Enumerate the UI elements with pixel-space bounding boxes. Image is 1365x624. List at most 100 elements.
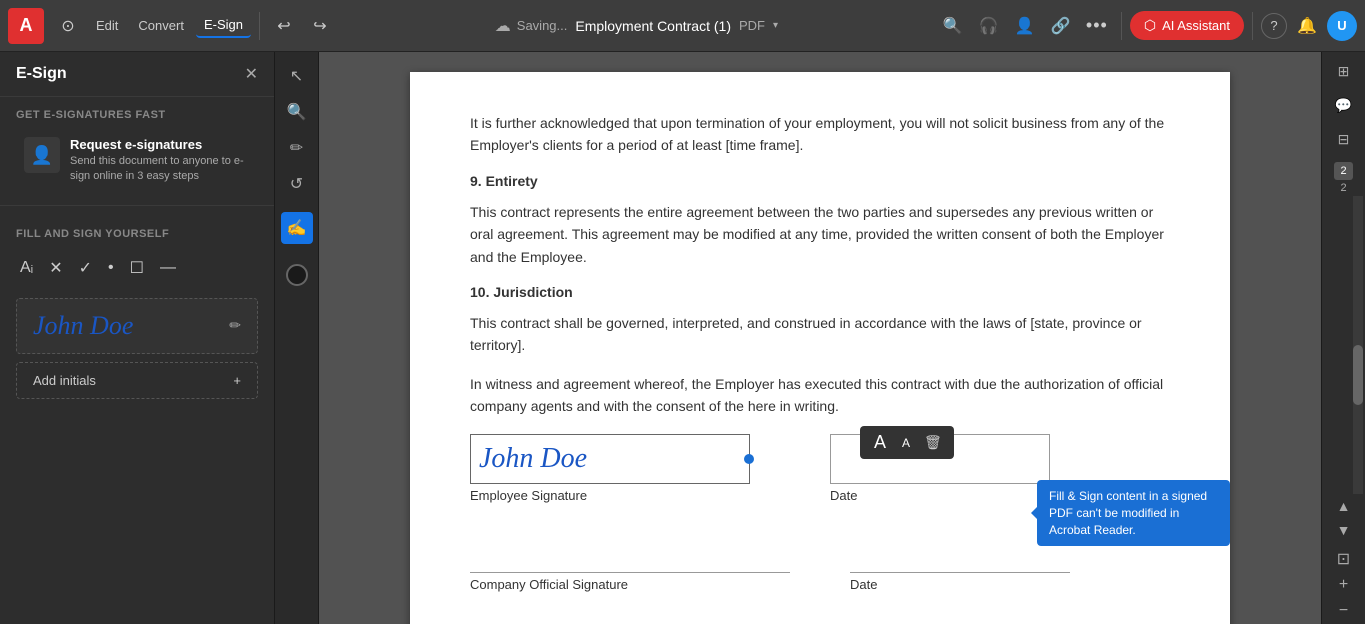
document-page: It is further acknowledged that upon ter… xyxy=(410,72,1230,624)
company-signature-field: Company Official Signature xyxy=(470,533,790,592)
fill-tool-button[interactable]: ✍ xyxy=(281,212,313,244)
employee-signature-box[interactable]: John Doe xyxy=(470,434,750,484)
tooltip-text: Fill & Sign content in a signed PDF can'… xyxy=(1049,489,1207,537)
right-panel: ⊞ 💬 ⊟ 2 2 ▲ ▼ ⊡ + − xyxy=(1321,52,1365,624)
help-button[interactable]: ? xyxy=(1261,13,1287,39)
scroll-bar-area xyxy=(1322,196,1365,494)
zoom-out-button[interactable]: − xyxy=(1329,598,1359,624)
request-esign-title: Request e-signatures xyxy=(70,137,250,152)
zoom-tool-button[interactable]: 🔍 xyxy=(281,96,313,128)
decrease-font-button[interactable]: A xyxy=(896,434,916,452)
toolbar-center: ☁ Saving... Employment Contract (1) PDF … xyxy=(340,16,933,36)
recent-files-button[interactable]: ⊙ xyxy=(52,10,84,42)
text-size-toolbar: A A 🗑 xyxy=(860,426,954,459)
zoom-in-button[interactable]: + xyxy=(1329,572,1359,598)
delete-text-button[interactable]: 🗑 xyxy=(920,432,946,453)
ai-assistant-button[interactable]: ⬡ AI Assistant xyxy=(1130,11,1244,40)
ai-assistant-label: AI Assistant xyxy=(1162,18,1230,33)
scroll-up-button[interactable]: ▲ xyxy=(1322,494,1365,518)
notifications-button[interactable]: 🔔 xyxy=(1291,10,1323,42)
select-tool-button[interactable]: ↖ xyxy=(281,60,313,92)
app-logo: A xyxy=(8,8,44,44)
increase-font-button[interactable]: A xyxy=(868,430,892,455)
company-signature-box[interactable] xyxy=(470,533,790,573)
get-signatures-label: GET E-SIGNATURES FAST xyxy=(0,97,274,127)
edit-menu-button[interactable]: Edit xyxy=(88,14,126,37)
cross-tool-button[interactable]: ✕ xyxy=(45,254,66,282)
document-title: Employment Contract (1) xyxy=(575,18,731,34)
edit-signature-icon[interactable]: ✏ xyxy=(229,317,241,334)
right-panel-edit-button[interactable]: ⊞ xyxy=(1329,56,1359,86)
page-count: 2 xyxy=(1340,180,1346,196)
date-label-2: Date xyxy=(850,577,1150,592)
add-initials-label: Add initials xyxy=(33,373,96,388)
request-esign-card[interactable]: 👤 Request e-signatures Send this documen… xyxy=(12,127,262,195)
search-button[interactable]: 🔍 xyxy=(937,10,969,42)
ai-icon: ⬡ xyxy=(1144,17,1156,34)
request-esign-description: Send this document to anyone to e-sign o… xyxy=(70,154,250,185)
document-area[interactable]: It is further acknowledged that upon ter… xyxy=(319,52,1321,624)
rect-tool-button[interactable]: ☐ xyxy=(126,254,148,282)
color-picker[interactable] xyxy=(286,264,308,286)
employee-signature-field: John Doe Employee Signature xyxy=(470,434,770,503)
fill-sign-tools: Aᵢ ✕ ✓ • ☐ — xyxy=(16,246,258,290)
saving-indicator: ☁ Saving... xyxy=(495,16,568,36)
section10-text: This contract shall be governed, interpr… xyxy=(470,312,1170,357)
fill-sign-section: FILL AND SIGN YOURSELF Aᵢ ✕ ✓ • ☐ — John… xyxy=(0,216,274,399)
section10-title: 10. Jurisdiction xyxy=(470,284,1170,300)
saving-label: Saving... xyxy=(517,18,568,33)
esign-panel-title: E-Sign xyxy=(16,65,67,83)
check-tool-button[interactable]: ✓ xyxy=(75,254,96,282)
right-panel-top: ⊞ 💬 ⊟ xyxy=(1329,52,1359,158)
signature-resize-handle[interactable] xyxy=(744,454,754,464)
cloud-icon: ☁ xyxy=(495,16,511,36)
right-panel-grid-button[interactable]: ⊟ xyxy=(1329,124,1359,154)
toolbar-divider-3 xyxy=(1252,12,1253,40)
add-initials-button[interactable]: Add initials + xyxy=(16,362,258,399)
user-avatar[interactable]: U xyxy=(1327,11,1357,41)
signature-preview-box[interactable]: John Doe ✏ xyxy=(16,298,258,354)
audio-button[interactable]: 🎧 xyxy=(973,10,1005,42)
dot-tool-button[interactable]: • xyxy=(104,255,118,281)
vertical-toolbar: ↖ 🔍 ✏ ↺ ✍ xyxy=(275,52,319,624)
toolbar-divider-1 xyxy=(259,12,260,40)
esign-panel: E-Sign ✕ GET E-SIGNATURES FAST 👤 Request… xyxy=(0,52,275,624)
signature-preview-text: John Doe xyxy=(33,311,133,341)
request-esign-icon: 👤 xyxy=(24,137,60,173)
redo-button[interactable]: ↪ xyxy=(304,10,336,42)
text-tool-button[interactable]: Aᵢ xyxy=(16,255,37,281)
scroll-down-button[interactable]: ▼ xyxy=(1322,518,1365,542)
esign-menu-button[interactable]: E-Sign xyxy=(196,13,251,38)
scroll-thumb[interactable] xyxy=(1353,345,1363,405)
line-tool-button[interactable]: — xyxy=(156,255,180,281)
tooltip-popup: Fill & Sign content in a signed PDF can'… xyxy=(1037,480,1230,546)
page-number-indicator: 2 xyxy=(1334,162,1352,180)
draw-tool-button[interactable]: ✏ xyxy=(281,132,313,164)
more-button[interactable]: ••• xyxy=(1081,10,1113,42)
main-content: E-Sign ✕ GET E-SIGNATURES FAST 👤 Request… xyxy=(0,52,1365,624)
esign-panel-close-button[interactable]: ✕ xyxy=(245,64,258,84)
fill-sign-label: FILL AND SIGN YOURSELF xyxy=(16,216,258,246)
document-type: PDF xyxy=(739,18,765,33)
convert-menu-button[interactable]: Convert xyxy=(130,14,192,37)
account-button[interactable]: 👤 xyxy=(1009,10,1041,42)
shape-tool-button[interactable]: ↺ xyxy=(281,168,313,200)
witness-text: In witness and agreement whereof, the Em… xyxy=(470,373,1170,418)
paragraph-non-solicit: It is further acknowledged that upon ter… xyxy=(470,112,1170,157)
add-initials-plus-icon: + xyxy=(233,373,241,388)
request-esign-text: Request e-signatures Send this document … xyxy=(70,137,250,185)
section9-title: 9. Entirety xyxy=(470,173,1170,189)
right-panel-comment-button[interactable]: 💬 xyxy=(1329,90,1359,120)
zoom-reset-button[interactable]: ⊡ xyxy=(1329,546,1359,572)
employee-signature-label: Employee Signature xyxy=(470,488,770,503)
undo-button[interactable]: ↩ xyxy=(268,10,300,42)
toolbar-right: 🔍 🎧 👤 🔗 ••• ⬡ AI Assistant ? 🔔 U xyxy=(937,10,1357,42)
link-button[interactable]: 🔗 xyxy=(1045,10,1077,42)
title-dropdown-arrow[interactable]: ▾ xyxy=(773,20,778,31)
section9-text: This contract represents the entire agre… xyxy=(470,201,1170,268)
scroll-track xyxy=(1353,196,1363,494)
main-toolbar: A ⊙ Edit Convert E-Sign ↩ ↪ ☁ Saving... … xyxy=(0,0,1365,52)
zoom-controls: ⊡ + − xyxy=(1329,546,1359,624)
toolbar-divider-2 xyxy=(1121,12,1122,40)
sidebar-divider xyxy=(0,205,274,206)
